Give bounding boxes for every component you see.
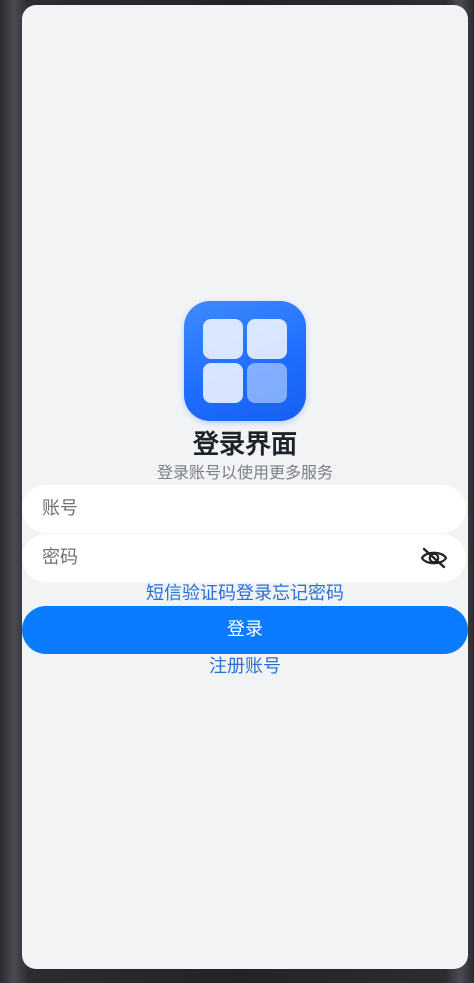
login-screen: 登录界面 登录账号以使用更多服务 账号 密码 短信验证码登录忘记密码 登录 注册…	[22, 5, 468, 969]
password-field[interactable]: 密码	[22, 534, 466, 582]
account-field[interactable]: 账号	[22, 485, 466, 533]
auxiliary-links: 短信验证码登录忘记密码	[22, 580, 468, 608]
forgot-password-link[interactable]: 忘记密码	[272, 583, 344, 604]
logo-tile	[203, 363, 243, 403]
register-link[interactable]: 注册账号	[22, 653, 468, 681]
logo-tile	[247, 319, 287, 359]
logo-tile	[203, 319, 243, 359]
account-placeholder: 账号	[42, 498, 78, 519]
app-grid-logo-icon	[184, 301, 306, 421]
page-subtitle: 登录账号以使用更多服务	[156, 463, 333, 482]
logo-tile	[247, 363, 287, 403]
login-button[interactable]: 登录	[22, 606, 468, 654]
page-title: 登录界面	[192, 430, 297, 460]
sms-login-link[interactable]: 短信验证码登录	[146, 583, 272, 604]
password-placeholder: 密码	[42, 547, 78, 568]
device-frame: 登录界面 登录账号以使用更多服务 账号 密码 短信验证码登录忘记密码 登录 注册…	[0, 0, 474, 983]
eye-off-icon[interactable]	[420, 546, 448, 570]
